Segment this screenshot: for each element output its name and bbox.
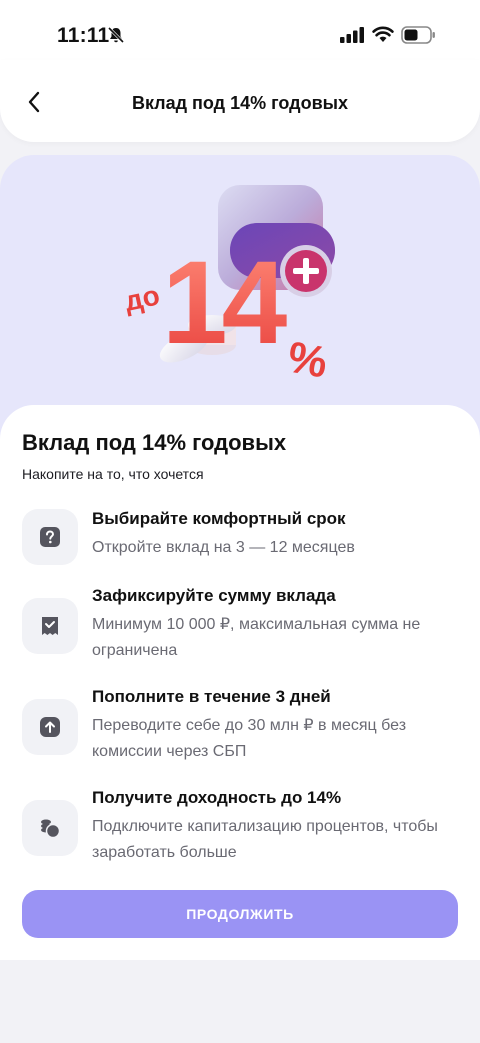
hero-prefix: до <box>122 279 163 317</box>
page-title: Вклад под 14% годовых <box>131 93 349 113</box>
content-card: Вклад под 14% годовых Накопите на то, чт… <box>0 405 480 960</box>
signal-icon <box>340 27 364 43</box>
content-title: Вклад под 14% годовых <box>22 430 287 455</box>
feature-title: Зафиксируйте сумму вклада <box>92 586 336 605</box>
question-icon <box>40 527 60 547</box>
content-subtitle: Накопите на то, что хочется <box>22 466 204 482</box>
wifi-icon <box>372 26 394 42</box>
feature-text: Минимум 10 000 ₽, максимальная сумма не … <box>92 616 421 659</box>
receipt-icon <box>42 617 58 635</box>
hero-percent: % <box>284 333 331 385</box>
hero-banner: до 14 % <box>0 155 480 445</box>
feature-text: Подключите капитализацию процентов, чтоб… <box>92 818 438 861</box>
battery-icon <box>401 26 435 44</box>
feature-icon-box <box>22 598 78 654</box>
feature-icon-box <box>22 509 78 565</box>
header: Вклад под 14% годовых <box>0 60 480 142</box>
feature-title: Пополните в течение 3 дней <box>92 687 331 706</box>
continue-button[interactable]: ПРОДОЛЖИТЬ <box>22 890 458 938</box>
feature-text: Откройте вклад на 3 — 12 месяцев <box>92 539 355 556</box>
coins-icon <box>41 819 61 839</box>
bell-muted-icon <box>107 26 125 44</box>
feature-icon-box <box>22 800 78 856</box>
feature-title: Получите доходность до 14% <box>92 788 342 807</box>
status-time: 11:11 <box>57 24 110 47</box>
deposit-14-percent-illustration: до 14 % <box>122 185 335 385</box>
feature-title: Выбирайте комфортный срок <box>92 509 346 528</box>
feature-text: Переводите себе до 30 млн ₽ в месяц без … <box>92 717 407 760</box>
feature-icon-box <box>22 699 78 755</box>
hero-number: 14 <box>162 237 287 369</box>
arrow-up-icon <box>40 717 60 737</box>
